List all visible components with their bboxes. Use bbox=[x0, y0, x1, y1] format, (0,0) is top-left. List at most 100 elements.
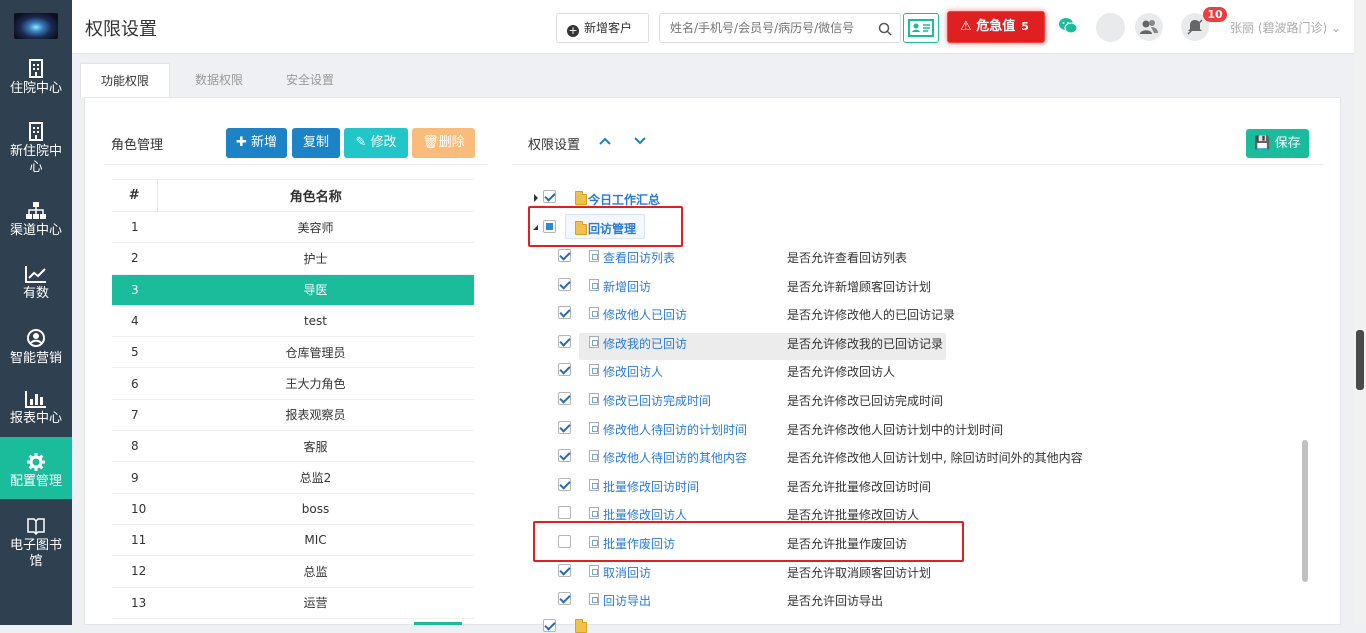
table-row[interactable]: 4 test bbox=[112, 305, 474, 338]
tree-scrollbar[interactable] bbox=[1302, 440, 1308, 582]
line-chart-icon bbox=[25, 266, 46, 283]
file-icon bbox=[589, 335, 599, 348]
group-checkbox-next[interactable] bbox=[543, 619, 556, 632]
file-icon bbox=[589, 593, 599, 606]
group-checkbox-daily-summary[interactable] bbox=[543, 190, 556, 203]
table-row[interactable]: 1 美容师 bbox=[112, 211, 474, 244]
sidebar-item-reports[interactable]: 报表中心 bbox=[0, 390, 72, 432]
sidebar-item-config[interactable]: 配置管理 bbox=[0, 437, 72, 499]
permission-checkbox[interactable] bbox=[558, 334, 571, 348]
new-customer-button[interactable]: + 新增客户 bbox=[556, 13, 649, 43]
file-icon bbox=[589, 478, 599, 491]
table-row[interactable]: 9 总监2 bbox=[112, 461, 474, 494]
roles-table: # 角色名称 1 美容师 2 护士 3 导医 4 test 5 仓库管理员 6 王大力角色 7 报表观察员… bbox=[112, 179, 474, 619]
sidebar-item-new-inpatient[interactable]: 新住院中心 bbox=[0, 121, 72, 183]
avatar[interactable] bbox=[1096, 13, 1125, 42]
hospital-icon bbox=[29, 122, 43, 141]
sidebar-item-label: 住院中心 bbox=[9, 81, 62, 96]
role-number: 3 bbox=[112, 274, 157, 306]
permission-checkbox[interactable] bbox=[558, 420, 571, 434]
id-card-button[interactable] bbox=[903, 13, 939, 43]
file-icon bbox=[589, 250, 599, 262]
chevron-down-icon[interactable] bbox=[634, 136, 646, 146]
table-row[interactable]: 5 仓库管理员 bbox=[112, 336, 474, 369]
table-row[interactable]: 13 运营 bbox=[112, 587, 474, 619]
table-row[interactable]: 7 报表观察员 bbox=[112, 399, 474, 432]
save-button[interactable]: 💾 保存 bbox=[1246, 129, 1309, 158]
app-logo[interactable] bbox=[14, 13, 58, 39]
role-name: 报表观察员 bbox=[157, 399, 474, 432]
file-icon bbox=[589, 307, 599, 320]
permission-label[interactable]: 修改已回访完成时间 bbox=[603, 392, 711, 409]
table-row[interactable]: 3 导医 bbox=[112, 274, 474, 306]
role-number: 9 bbox=[112, 461, 157, 494]
sidebar-item-label: 智能营销 bbox=[9, 351, 62, 366]
tab-function-permission[interactable]: 功能权限 bbox=[80, 63, 170, 98]
page-scrollbar[interactable] bbox=[1354, 0, 1366, 625]
delete-role-button[interactable]: 🗑删除 bbox=[412, 128, 475, 158]
group-button[interactable] bbox=[1135, 13, 1163, 41]
sidebar-item-label: 配置管理 bbox=[9, 474, 62, 489]
user-menu[interactable]: 张丽 (碧波路门诊) ⌄ bbox=[1230, 19, 1341, 36]
permission-checkbox[interactable] bbox=[558, 592, 571, 606]
search-icon[interactable] bbox=[878, 22, 892, 36]
critical-value-button[interactable]: ⚠ 危急值 5 bbox=[947, 11, 1045, 43]
folder-icon bbox=[575, 619, 587, 633]
permission-label[interactable]: 查看回访列表 bbox=[603, 249, 675, 266]
permission-checkbox[interactable] bbox=[558, 563, 571, 577]
sidebar-item-youshu[interactable]: 有数 bbox=[0, 265, 72, 307]
permission-label[interactable]: 修改他人待回访的其他内容 bbox=[603, 449, 747, 466]
expand-triangle-icon[interactable] bbox=[534, 194, 538, 202]
table-row[interactable]: 12 总监 bbox=[112, 555, 474, 588]
sidebar-item-inpatient[interactable]: 住院中心 bbox=[0, 58, 72, 104]
plus-icon: ✚ bbox=[235, 135, 247, 150]
permission-checkbox[interactable] bbox=[558, 306, 571, 320]
wechat-icon[interactable] bbox=[1058, 17, 1078, 35]
role-name: 王大力角色 bbox=[157, 367, 474, 400]
permission-checkbox[interactable] bbox=[558, 449, 571, 463]
critical-value-label: 危急值 bbox=[976, 19, 1016, 34]
table-row[interactable]: 10 boss bbox=[112, 493, 474, 525]
permission-label[interactable]: 批量修改回访时间 bbox=[603, 478, 699, 495]
file-icon bbox=[589, 421, 599, 434]
permission-label[interactable]: 修改我的已回访 bbox=[603, 335, 687, 352]
copy-role-button[interactable]: 复制 bbox=[292, 128, 340, 158]
table-row[interactable]: 2 护士 bbox=[112, 242, 474, 275]
permission-checkbox[interactable] bbox=[558, 249, 571, 262]
sidebar-item-channel[interactable]: 渠道中心 bbox=[0, 202, 72, 244]
sidebar-item-library[interactable]: 电子图书馆 bbox=[0, 517, 72, 577]
new-customer-label: 新增客户 bbox=[584, 21, 633, 35]
table-row[interactable]: 11 MIC bbox=[112, 524, 474, 557]
table-row[interactable]: 6 王大力角色 bbox=[112, 367, 474, 400]
permission-label[interactable]: 取消回访 bbox=[603, 564, 651, 581]
role-name: 总监2 bbox=[157, 461, 474, 494]
tab-data-permission[interactable]: 数据权限 bbox=[182, 63, 256, 98]
table-row[interactable]: 8 客服 bbox=[112, 430, 474, 463]
sidebar-item-marketing[interactable]: 智能营销 bbox=[0, 328, 72, 370]
role-name: 客服 bbox=[157, 430, 474, 463]
chevron-up-icon[interactable] bbox=[599, 136, 611, 146]
tab-security-settings[interactable]: 安全设置 bbox=[272, 63, 348, 98]
marketing-icon bbox=[27, 329, 45, 347]
column-header-name: 角色名称 bbox=[157, 179, 474, 212]
permission-checkbox[interactable] bbox=[558, 477, 571, 491]
permission-checkbox[interactable] bbox=[558, 363, 571, 377]
permission-checkbox[interactable] bbox=[558, 277, 571, 291]
permission-checkbox[interactable] bbox=[558, 506, 571, 520]
sidebar-item-label: 电子图书馆 bbox=[9, 538, 62, 569]
permission-label[interactable]: 新增回访 bbox=[603, 278, 651, 295]
trash-icon: 🗑 bbox=[422, 135, 439, 150]
scrollbar-thumb[interactable] bbox=[1356, 330, 1364, 390]
permission-label[interactable]: 修改他人待回访的计划时间 bbox=[603, 421, 747, 438]
divider bbox=[512, 164, 1323, 165]
permission-label[interactable]: 修改回访人 bbox=[603, 363, 663, 380]
search-input[interactable] bbox=[660, 14, 870, 42]
role-name: 运营 bbox=[157, 587, 474, 619]
permission-label[interactable]: 修改他人已回访 bbox=[603, 306, 687, 323]
edit-role-button[interactable]: ✎ 修改 bbox=[344, 128, 408, 158]
add-role-button[interactable]: ✚ 新增 bbox=[226, 128, 287, 158]
permission-description: 是否允许修改他人回访计划中, 除回访时间外的其他内容 bbox=[787, 451, 1083, 466]
permission-label[interactable]: 回访导出 bbox=[603, 592, 651, 609]
permission-checkbox[interactable] bbox=[558, 392, 571, 405]
permission-description: 是否允许回访导出 bbox=[787, 594, 884, 609]
